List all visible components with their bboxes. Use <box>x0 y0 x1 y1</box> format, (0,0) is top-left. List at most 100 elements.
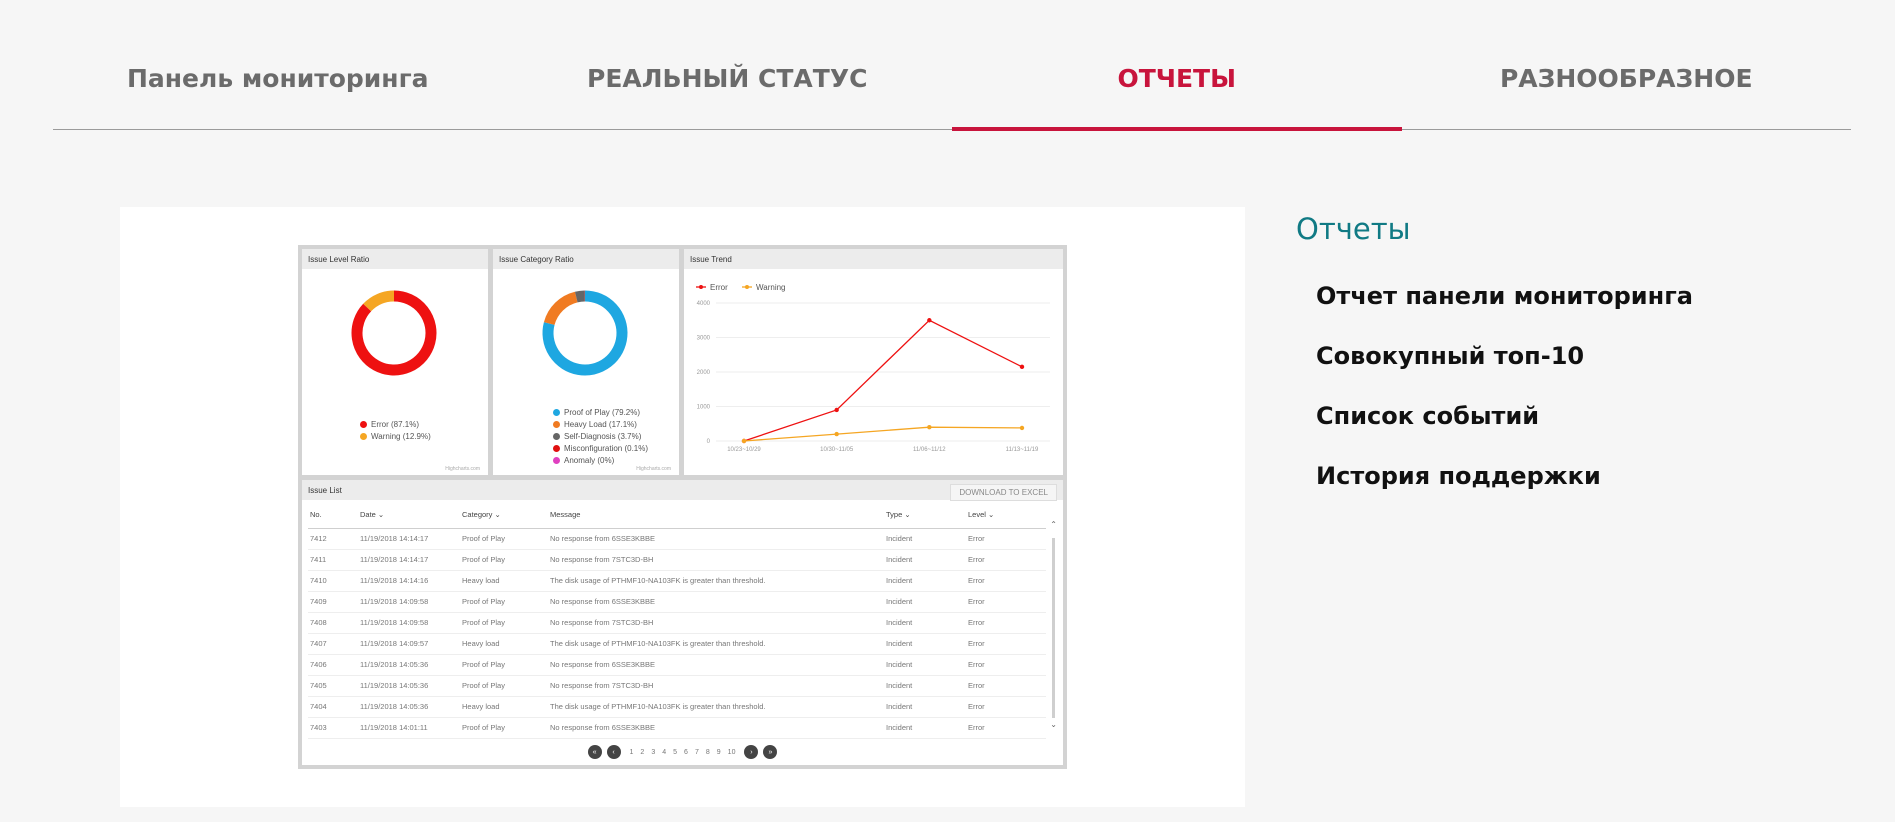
legend-label: Misconfiguration (0.1%) <box>564 444 649 453</box>
category-ratio-donut <box>542 290 628 376</box>
table-row[interactable]: 7405 11/19/2018 14:05:36 Proof of Play No r… <box>308 675 1046 697</box>
panel-title: Issue Level Ratio <box>302 249 488 269</box>
table-cell: Proof of Play <box>460 675 548 697</box>
table-row[interactable]: 7407 11/19/2018 14:09:57 Heavy load The dis… <box>308 633 1046 655</box>
column-header[interactable]: Type ⌄ <box>884 502 966 529</box>
page-number[interactable]: 5 <box>673 749 677 756</box>
column-header[interactable]: Date ⌄ <box>358 502 460 529</box>
panel-title: Issue Trend <box>684 249 1063 269</box>
trend-line-chart: 0 1000 2000 3000 4000 10/23~10/29 10/30~11/05 1… <box>696 283 1050 453</box>
table-cell: Proof of Play <box>460 549 548 571</box>
table-cell: 11/19/2018 14:14:17 <box>358 528 460 550</box>
table-cell: Error <box>966 717 1046 739</box>
data-point-warning <box>741 438 747 444</box>
table-cell: No response from 6SSE3KBBE <box>548 717 884 739</box>
tab-monitoring-panel[interactable]: Панель мониторинга <box>53 0 503 130</box>
next-page-icon[interactable]: › <box>744 745 759 759</box>
legend-swatch <box>553 421 560 429</box>
scroll-down-icon[interactable]: ⌄ <box>1050 720 1057 729</box>
category-ratio-legend: Proof of Play (79.2%) Heavy Load (17.1%)… <box>553 407 648 467</box>
table-cell: Incident <box>884 633 966 655</box>
data-point-warning <box>927 425 932 430</box>
data-point-error <box>1019 364 1025 370</box>
y-tick-label: 2000 <box>697 370 711 376</box>
legend-label: Warning (12.9%) <box>371 432 431 441</box>
page-number[interactable]: 4 <box>662 749 666 756</box>
table-cell: Error <box>966 675 1046 697</box>
column-header[interactable]: Level ⌄ <box>966 502 1046 529</box>
prev-page-icon[interactable]: ‹ <box>606 745 621 759</box>
report-item-event-list[interactable]: Список событий <box>1316 402 1693 462</box>
table-cell: Heavy load <box>460 696 548 718</box>
category-ratio-panel: Issue Category Ratio Proof of Play (79.2… <box>493 249 679 475</box>
page-number[interactable]: 2 <box>640 749 644 756</box>
table-cell: 11/19/2018 14:14:17 <box>358 549 460 571</box>
scroll-up-icon[interactable]: ⌃ <box>1050 520 1057 529</box>
donut-slice-self-diagnosis <box>574 290 585 303</box>
table-cell: 7412 <box>308 528 358 550</box>
legend-swatch <box>553 409 560 417</box>
chart-credit: Highcharts.com <box>636 466 671 472</box>
table-row[interactable]: 7408 11/19/2018 14:09:58 Proof of Play No r… <box>308 612 1046 634</box>
report-tabs: Панель мониторинга РЕАЛЬНЫЙ СТАТУС ОТЧЕТ… <box>53 0 1852 131</box>
table-row[interactable]: 7404 11/19/2018 14:05:36 Heavy load The dis… <box>308 696 1046 718</box>
table-cell: No response from 7STC3D-BH <box>548 675 884 697</box>
legend-label: Self-Diagnosis (3.7%) <box>564 432 642 441</box>
download-excel-button[interactable]: DOWNLOAD TO EXCEL <box>950 484 1057 501</box>
page-number[interactable]: 1 <box>630 749 634 756</box>
table-cell: Incident <box>884 612 966 634</box>
table-cell: 11/19/2018 14:05:36 <box>358 654 460 676</box>
pagination: « ‹ 1 2 3 4 5 6 7 8 9 10 › » <box>302 745 1063 759</box>
data-point-error <box>834 407 839 413</box>
last-page-icon[interactable]: » <box>763 745 778 759</box>
report-item-support-history[interactable]: История поддержки <box>1316 462 1693 522</box>
table-cell: Error <box>966 528 1046 550</box>
tab-miscellaneous[interactable]: РАЗНООБРАЗНОЕ <box>1401 0 1852 130</box>
tab-reports[interactable]: ОТЧЕТЫ <box>952 0 1402 131</box>
report-types-list: Отчет панели мониторинга Совокупный топ-… <box>1316 282 1693 522</box>
table-cell: No response from 7STC3D-BH <box>548 549 884 571</box>
table-cell: Incident <box>884 528 966 550</box>
page-number[interactable]: 7 <box>695 749 699 756</box>
report-preview: Issue Level Ratio Error (87.1%) Warning … <box>120 207 1245 807</box>
tab-real-status[interactable]: РЕАЛЬНЫЙ СТАТУС <box>502 0 953 130</box>
table-cell: 7403 <box>308 717 358 739</box>
table-row[interactable]: 7409 11/19/2018 14:09:58 Proof of Play No r… <box>308 591 1046 613</box>
table-cell: Incident <box>884 654 966 676</box>
column-header: No. <box>308 502 358 529</box>
report-item-dashboard[interactable]: Отчет панели мониторинга <box>1316 282 1693 342</box>
section-title: Отчеты <box>1296 212 1411 246</box>
x-tick-label: 11/13~11/19 <box>1006 447 1039 453</box>
legend-label: Warning <box>756 283 786 292</box>
table-cell: 7409 <box>308 591 358 613</box>
legend-item: Anomaly (0%) <box>553 455 648 467</box>
legend-item: Heavy Load (17.1%) <box>553 419 648 431</box>
table-scrollbar[interactable] <box>1052 538 1055 718</box>
table-cell: Proof of Play <box>460 612 548 634</box>
page-number[interactable]: 3 <box>651 749 655 756</box>
table-cell: 11/19/2018 14:01:11 <box>358 717 460 739</box>
table-row[interactable]: 7410 11/19/2018 14:14:16 Heavy load The dis… <box>308 570 1046 592</box>
table-cell: 11/19/2018 14:05:36 <box>358 696 460 718</box>
legend-label: Heavy Load (17.1%) <box>564 420 637 429</box>
column-header[interactable]: Category ⌄ <box>460 502 548 529</box>
panel-title: Issue Category Ratio <box>493 249 679 269</box>
table-row[interactable]: 7411 11/19/2018 14:14:17 Proof of Play No r… <box>308 549 1046 571</box>
report-item-top10[interactable]: Совокупный топ-10 <box>1316 342 1693 402</box>
table-cell: 7411 <box>308 549 358 571</box>
first-page-icon[interactable]: « <box>587 745 602 759</box>
table-row[interactable]: 7403 11/19/2018 14:01:11 Proof of Play No r… <box>308 717 1046 739</box>
table-row[interactable]: 7406 11/19/2018 14:05:36 Proof of Play No r… <box>308 654 1046 676</box>
table-cell: No response from 6SSE3KBBE <box>548 528 884 550</box>
table-cell: Incident <box>884 675 966 697</box>
y-tick-label: 0 <box>707 439 711 445</box>
page-number[interactable]: 10 <box>728 749 736 756</box>
legend-swatch <box>553 445 560 453</box>
page-number[interactable]: 9 <box>717 749 721 756</box>
page-number[interactable]: 6 <box>684 749 688 756</box>
table-row[interactable]: 7412 11/19/2018 14:14:17 Proof of Play No r… <box>308 528 1046 550</box>
legend-swatch <box>553 433 560 441</box>
series-line-warning <box>743 426 1023 442</box>
table-cell: No response from 7STC3D-BH <box>548 612 884 634</box>
page-number[interactable]: 8 <box>706 749 710 756</box>
